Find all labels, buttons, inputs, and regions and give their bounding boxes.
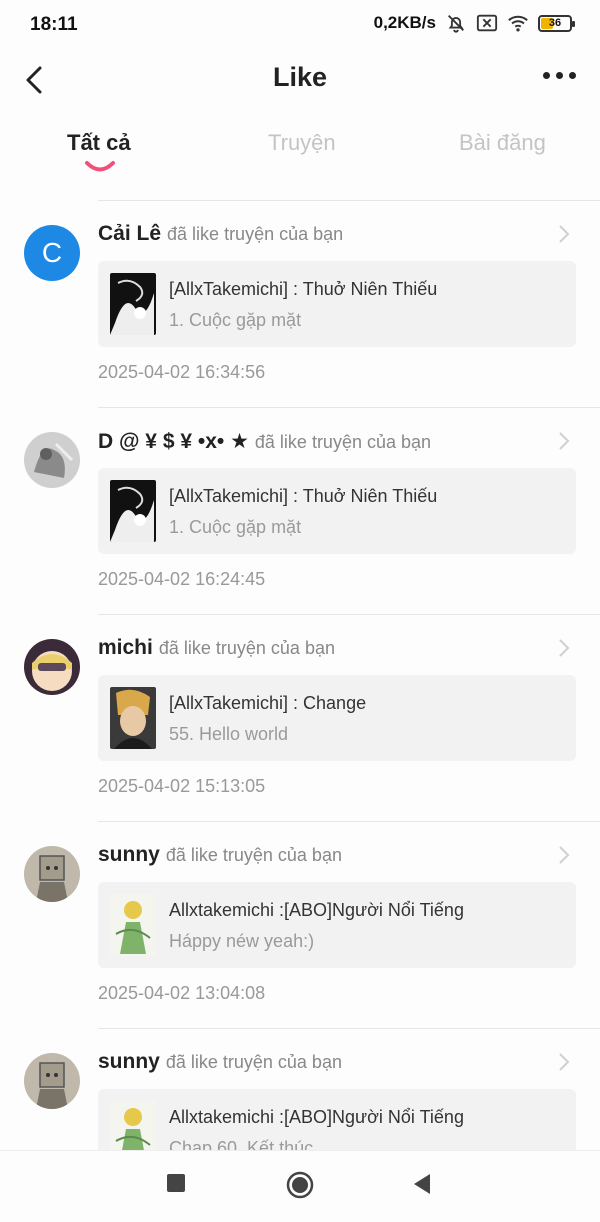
username[interactable]: D @ ¥ $ ¥ •x• ★: [98, 430, 249, 453]
timestamp: 2025-04-02 13:04:08: [98, 983, 266, 1003]
story-card[interactable]: [AllxTakemichi] : Change 55. Hello world: [98, 675, 576, 761]
more-options-button[interactable]: [543, 72, 576, 79]
story-cover-image: [110, 273, 156, 335]
story-title: [AllxTakemichi] : Thuở Niên Thiếu: [169, 279, 438, 299]
divider: [98, 1028, 600, 1029]
top-bar: Like: [0, 50, 600, 110]
chevron-right-icon: [559, 225, 570, 243]
action-text: đã like truyện của bạn: [165, 1052, 342, 1072]
tab-bar: Tất cả Truyện Bài đăng: [0, 120, 600, 180]
status-icons: 0,2KB/s 36: [373, 12, 575, 34]
home-icon[interactable]: [286, 1171, 314, 1199]
chevron-right-icon: [559, 639, 570, 657]
chevron-right-icon: [559, 1053, 570, 1071]
tab-stories[interactable]: Truyện: [268, 130, 336, 156]
story-card[interactable]: Allxtakemichi :[ABO]Người Nổi Tiếng Hápp…: [98, 882, 576, 968]
wifi-icon: [508, 15, 528, 32]
like-feed: C Cải Lê đã like truyện của bạn [AllxTake…: [0, 200, 600, 1150]
page-title: Like: [272, 62, 328, 92]
recent-apps-icon[interactable]: [166, 1173, 186, 1193]
chapter-title: 1. Cuộc gặp mặt: [169, 517, 302, 537]
battery-icon: 36: [538, 14, 575, 32]
avatar[interactable]: [24, 1053, 80, 1109]
story-cover-image: [110, 1101, 156, 1150]
story-card[interactable]: Allxtakemichi :[ABO]Người Nổi Tiếng Chap…: [98, 1089, 576, 1150]
chapter-title: Háppy néw yeah:): [169, 931, 315, 951]
divider: [98, 821, 600, 822]
avatar[interactable]: [24, 846, 80, 902]
action-text: đã like truyện của bạn: [158, 638, 335, 658]
story-title: Allxtakemichi :[ABO]Người Nổi Tiếng: [169, 900, 464, 920]
notification-line: sunny đã like truyện của bạn: [98, 1050, 342, 1074]
timestamp: 2025-04-02 16:34:56: [98, 362, 266, 382]
username[interactable]: sunny: [98, 843, 160, 866]
battery-level: 36: [548, 16, 562, 29]
avatar[interactable]: [24, 432, 80, 488]
more-horizontal-icon: [543, 72, 550, 79]
story-card[interactable]: [AllxTakemichi] : Thuở Niên Thiếu 1. Cuộ…: [98, 261, 576, 347]
username[interactable]: sunny: [98, 1050, 160, 1073]
list-item[interactable]: sunny đã like truyện của bạn Allxtakemich…: [0, 1028, 600, 1150]
divider: [98, 614, 600, 615]
back-triangle-icon[interactable]: [412, 1173, 432, 1195]
notification-line: Cải Lê đã like truyện của bạn: [98, 222, 343, 246]
tab-all[interactable]: Tất cả: [67, 130, 131, 156]
story-title: [AllxTakemichi] : Thuở Niên Thiếu: [169, 486, 438, 506]
status-time: 18:11: [30, 14, 78, 35]
username[interactable]: Cải Lê: [98, 222, 161, 245]
list-item[interactable]: michi đã like truyện của bạn [AllxTakemic…: [0, 614, 600, 821]
chevron-right-icon: [559, 432, 570, 450]
divider: [98, 407, 600, 408]
story-cover-image: [110, 480, 156, 542]
action-text: đã like truyện của bạn: [254, 432, 432, 452]
notification-line: D @ ¥ $ ¥ •x• ★ đã like truyện của bạn: [98, 429, 431, 454]
avatar[interactable]: [24, 639, 80, 695]
status-bar: 18:11 0,2KB/s 36: [0, 0, 600, 50]
list-item[interactable]: sunny đã like truyện của bạn Allxtakemich…: [0, 821, 600, 1028]
list-item[interactable]: C Cải Lê đã like truyện của bạn [AllxTake…: [0, 200, 600, 407]
timestamp: 2025-04-02 15:13:05: [98, 776, 266, 796]
username[interactable]: michi: [98, 636, 153, 659]
bell-off-icon: [448, 15, 464, 33]
story-cover-image: [110, 894, 156, 956]
timestamp: 2025-04-02 16:24:45: [98, 569, 266, 589]
chapter-title: Chap 60. Kết thúc: [169, 1138, 314, 1150]
avatar[interactable]: C: [24, 225, 80, 281]
chevron-right-icon: [559, 846, 570, 864]
action-text: đã like truyện của bạn: [167, 224, 344, 244]
action-text: đã like truyện của bạn: [165, 845, 342, 865]
tab-active-indicator: [85, 161, 115, 172]
chapter-title: 1. Cuộc gặp mặt: [169, 310, 302, 330]
story-title: [AllxTakemichi] : Change: [169, 693, 367, 713]
story-title: Allxtakemichi :[ABO]Người Nổi Tiếng: [169, 1107, 464, 1127]
chapter-title: 55. Hello world: [169, 724, 289, 744]
network-speed: 0,2KB/s: [373, 13, 436, 32]
sim-x-icon: [476, 14, 498, 32]
tab-posts[interactable]: Bài đăng: [459, 130, 546, 156]
notification-line: sunny đã like truyện của bạn: [98, 843, 342, 867]
system-nav-bar: [0, 1150, 600, 1222]
story-card[interactable]: [AllxTakemichi] : Thuở Niên Thiếu 1. Cuộ…: [98, 468, 576, 554]
list-item[interactable]: D @ ¥ $ ¥ •x• ★ đã like truyện của bạn [A…: [0, 407, 600, 614]
story-cover-image: [110, 687, 156, 749]
divider: [98, 200, 600, 201]
notification-line: michi đã like truyện của bạn: [98, 636, 335, 660]
